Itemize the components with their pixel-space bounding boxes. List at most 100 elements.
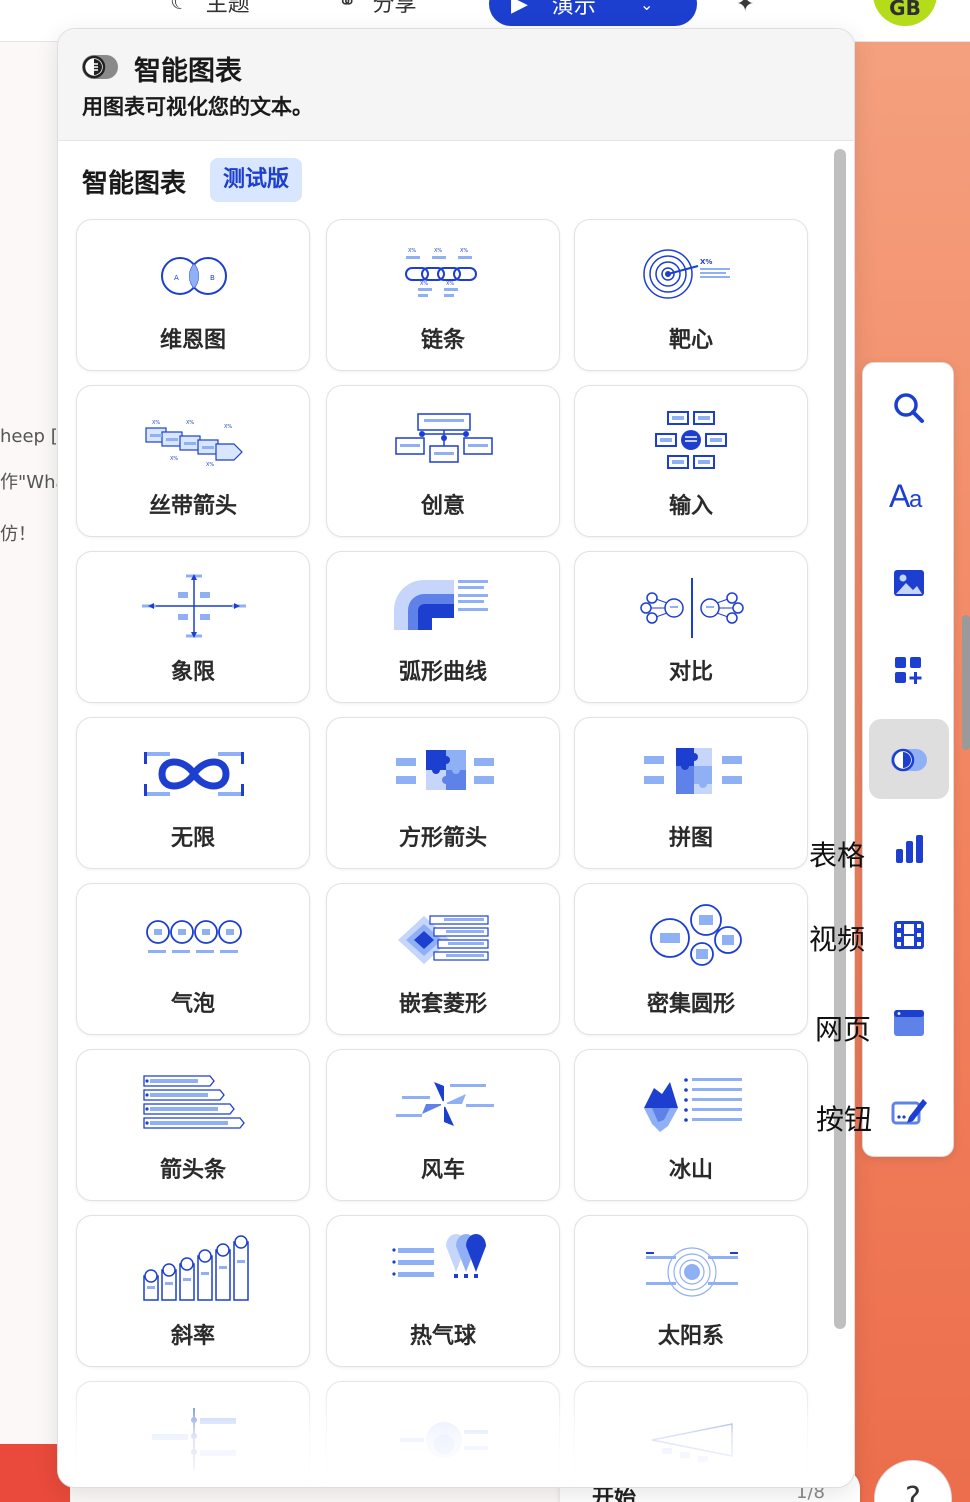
avatar[interactable]: GB bbox=[873, 0, 937, 26]
tool-label-video: 视频 bbox=[809, 923, 866, 956]
card-iceberg[interactable]: 冰山 bbox=[574, 1049, 808, 1201]
apps-add-icon bbox=[895, 657, 922, 684]
creative-icon bbox=[395, 413, 493, 463]
card-venn[interactable]: AB 维恩图 bbox=[76, 219, 310, 371]
card-quadrant[interactable]: 象限 bbox=[76, 551, 310, 703]
card-slope[interactable]: 斜率 bbox=[76, 1215, 310, 1367]
card-arrow-bar[interactable]: 箭头条 bbox=[76, 1049, 310, 1201]
card-label: 箭头条 bbox=[159, 1158, 226, 1183]
bar-chart-icon bbox=[896, 835, 923, 863]
windmill-icon bbox=[396, 1082, 494, 1126]
card-label: 弧形曲线 bbox=[398, 660, 487, 685]
card-label: 热气球 bbox=[409, 1324, 476, 1349]
venn-icon: AB bbox=[161, 257, 227, 295]
card-label: 象限 bbox=[170, 660, 215, 685]
tool-label-button: 按钮 bbox=[816, 1103, 873, 1136]
image-icon bbox=[894, 570, 924, 596]
card-target[interactable]: X% 靶心 bbox=[574, 219, 808, 371]
card-label: 链条 bbox=[420, 328, 465, 353]
theme-icon: ☾ bbox=[170, 0, 190, 15]
svg-text:X%: X% bbox=[700, 258, 712, 266]
card-input[interactable]: 输入 bbox=[574, 385, 808, 537]
card-puzzle[interactable]: 拼图 bbox=[574, 717, 808, 869]
quadrant-icon bbox=[142, 574, 246, 638]
svg-text:X%: X% bbox=[434, 248, 442, 254]
tool-search[interactable] bbox=[869, 368, 949, 448]
card-label: 斜率 bbox=[170, 1324, 215, 1349]
svg-text:X%: X% bbox=[408, 248, 416, 254]
card-label: 冰山 bbox=[668, 1158, 713, 1183]
card-hot-air-balloon[interactable]: 热气球 bbox=[326, 1215, 560, 1367]
card-ribbon-arrow[interactable]: X% X% X% X% X% 丝带箭头 bbox=[76, 385, 310, 537]
svg-text:X%: X% bbox=[186, 420, 194, 426]
tool-button[interactable] bbox=[869, 1071, 949, 1151]
tool-apps[interactable] bbox=[869, 631, 949, 711]
card-label: 创意 bbox=[420, 494, 465, 519]
theme-button[interactable]: ☾ 主题 bbox=[170, 0, 250, 18]
card-nested-diamond[interactable]: 嵌套菱形 bbox=[326, 883, 560, 1035]
tool-image[interactable] bbox=[869, 543, 949, 623]
card-partial-1[interactable] bbox=[76, 1381, 310, 1487]
card-label: 风车 bbox=[420, 1158, 465, 1183]
smart-chart-panel: 智能图表 用图表可视化您的文本。 智能图表 测试版 AB 维恩图 X% X% X… bbox=[57, 28, 855, 1488]
chevron-down-icon: ⌄ bbox=[639, 0, 654, 14]
panel-header: 智能图表 用图表可视化您的文本。 bbox=[58, 29, 854, 141]
page-scrollbar[interactable] bbox=[962, 615, 970, 750]
card-square-arrow[interactable]: 方形箭头 bbox=[326, 717, 560, 869]
sparkle-icon[interactable]: ✦ bbox=[736, 0, 754, 17]
doc-text-line: heep [ bbox=[0, 426, 58, 447]
solar-system-icon bbox=[646, 1247, 738, 1297]
card-chain[interactable]: X% X% X% X% X% 链条 bbox=[326, 219, 560, 371]
nested-diamond-icon bbox=[398, 915, 489, 964]
share-button[interactable]: ⚭ 分享 bbox=[338, 0, 416, 18]
card-bubble[interactable]: 气泡 bbox=[76, 883, 310, 1035]
svg-text:a: a bbox=[909, 486, 923, 513]
card-infinity[interactable]: 无限 bbox=[76, 717, 310, 869]
compare-icon bbox=[640, 578, 744, 638]
panel-scrollbar[interactable] bbox=[834, 149, 846, 1329]
infinity-icon bbox=[144, 752, 244, 796]
tool-smart-chart[interactable] bbox=[869, 719, 949, 799]
card-dense-circle[interactable]: 密集圆形 bbox=[574, 883, 808, 1035]
webpage-icon bbox=[894, 1010, 924, 1036]
svg-text:X%: X% bbox=[224, 424, 232, 430]
right-toolbar: Aa bbox=[862, 362, 954, 1157]
panel-title: 智能图表 bbox=[134, 56, 242, 87]
card-label: 对比 bbox=[668, 660, 713, 685]
text-icon: Aa bbox=[889, 478, 923, 514]
card-label: 丝带箭头 bbox=[148, 494, 237, 519]
video-icon bbox=[894, 921, 924, 949]
panel-description: 用图表可视化您的文本。 bbox=[82, 95, 313, 119]
tool-webpage[interactable] bbox=[869, 983, 949, 1063]
svg-text:X%: X% bbox=[460, 248, 468, 254]
ribbon-arrow-icon: X% X% X% X% X% bbox=[145, 420, 243, 468]
card-partial-3[interactable] bbox=[574, 1381, 808, 1487]
section-title: 智能图表 bbox=[82, 169, 187, 199]
present-button[interactable]: ▶ 演示 ⌄ bbox=[489, 0, 697, 26]
bubble-icon bbox=[146, 920, 242, 953]
card-solar-system[interactable]: 太阳系 bbox=[574, 1215, 808, 1367]
card-partial-2[interactable] bbox=[326, 1381, 560, 1487]
tool-video[interactable] bbox=[869, 895, 949, 975]
card-arc-curve[interactable]: 弧形曲线 bbox=[326, 551, 560, 703]
puzzle-icon bbox=[644, 748, 742, 794]
card-label: 太阳系 bbox=[657, 1324, 724, 1349]
card-label: 维恩图 bbox=[159, 328, 226, 353]
smart-chart-icon bbox=[891, 748, 927, 772]
arrow-bar-icon bbox=[143, 1075, 245, 1129]
button-edit-icon bbox=[891, 1099, 927, 1125]
card-windmill[interactable]: 风车 bbox=[326, 1049, 560, 1201]
card-label: 拼图 bbox=[668, 826, 713, 851]
svg-text:X%: X% bbox=[446, 281, 454, 287]
tool-table[interactable] bbox=[869, 809, 949, 889]
arc-curve-icon bbox=[394, 580, 488, 630]
doc-text-line: 仿！ bbox=[0, 524, 36, 545]
svg-text:X%: X% bbox=[170, 456, 178, 462]
card-creative[interactable]: 创意 bbox=[326, 385, 560, 537]
timeline-icon bbox=[152, 1408, 236, 1470]
card-compare[interactable]: 对比 bbox=[574, 551, 808, 703]
svg-text:B: B bbox=[210, 274, 215, 282]
tool-text[interactable]: Aa bbox=[869, 455, 949, 535]
tool-label-webpage: 网页 bbox=[815, 1013, 872, 1046]
share-label: 分享 bbox=[372, 0, 417, 17]
